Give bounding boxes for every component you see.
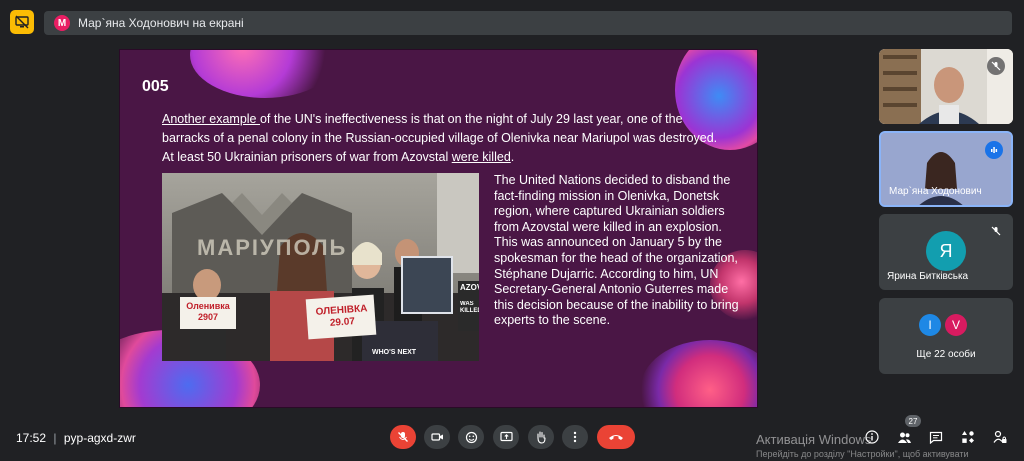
photo-wall-sign: МАРІУПОЛЬ [197,235,348,260]
photo-sign-center: ОЛЕНІВКА 29.07 [315,303,368,329]
more-participants-label: Ще 22 особи [916,349,976,360]
photo-sign-right-mid: WAS KILLED [460,301,479,314]
decor-blob [190,50,340,98]
more-vert-icon [573,431,577,443]
mic-off-icon [987,222,1005,240]
protest-photo: МАРІУПОЛЬ Оленивка 2907 ОЛЕНІВКА 29.07 A… [162,173,479,361]
link-another-example[interactable]: Another example [162,112,260,126]
raise-hand-button[interactable] [528,425,554,449]
photo-sign-bottom: WHO'S NEXT [372,349,417,356]
participant-name: Мар`яна Ходонович [889,186,982,197]
emoji-icon [465,431,477,443]
chat-icon [929,431,943,444]
activities-icon [962,431,974,443]
people-count-badge: 27 [905,415,921,427]
mic-off-icon [398,432,408,442]
camera-toggle-button[interactable] [424,425,450,449]
raise-hand-icon [537,430,546,444]
presenter-avatar: M [54,15,70,31]
meeting-code: pyp-agxd-zwr [63,431,136,445]
photo-sign-right-top: AZOV [460,283,479,292]
meeting-details: 17:52 | pyp-agxd-zwr [16,431,136,445]
participant-avatar: V [945,314,967,336]
decor-blob [640,340,757,407]
leave-call-button[interactable] [597,425,635,449]
lock-person-icon [993,430,1007,443]
presenter-banner: M Мар`яна Ходонович на екрані [44,11,1012,35]
call-end-icon [609,435,623,440]
participant-tile-2[interactable]: Мар`яна Ходонович [879,131,1013,207]
participant-tile-more[interactable]: I V Ще 22 особи [879,298,1013,374]
slide-side-text: The United Nations decided to disband th… [494,173,739,328]
presenter-banner-text: Мар`яна Ходонович на екрані [78,16,244,30]
participant-avatar: Я [926,231,966,271]
participant-tile-3[interactable]: Я Ярина Битківська [879,214,1013,290]
link-were-killed[interactable]: were killed [452,150,511,164]
host-controls-button[interactable] [992,429,1008,445]
slide-number: 005 [142,78,169,95]
speaking-indicator-icon [985,141,1003,159]
present-screen-icon [499,431,513,442]
presentation-slide: 005 Another example of the UN's ineffect… [119,49,758,408]
photo-sign-left: Оленивка 2907 [186,301,230,322]
mic-off-icon [987,57,1005,75]
people-icon [897,432,911,443]
paragraph-end: . [510,150,515,164]
mic-toggle-button[interactable] [390,425,416,449]
participant-avatar: I [919,314,941,336]
clock: 17:52 [16,431,47,445]
present-icon[interactable] [10,10,34,34]
more-options-button[interactable] [562,425,588,449]
slide-paragraph: Another example of the UN's ineffectiven… [162,110,722,167]
activities-button[interactable] [960,429,976,445]
present-now-button[interactable] [493,425,519,449]
participant-tile-1[interactable] [879,49,1013,124]
more-participants-avatars: I V [919,314,967,336]
chat-button[interactable] [928,429,944,445]
participant-name: Ярина Битківська [887,271,969,282]
windows-activation-title: Активація Windows [756,432,872,447]
windows-activation-hint: Перейдіть до розділу "Настройки", щоб ак… [756,449,969,459]
separator: | [53,431,57,445]
people-button[interactable] [896,429,912,445]
camera-icon [430,433,443,441]
reactions-button[interactable] [458,425,484,449]
